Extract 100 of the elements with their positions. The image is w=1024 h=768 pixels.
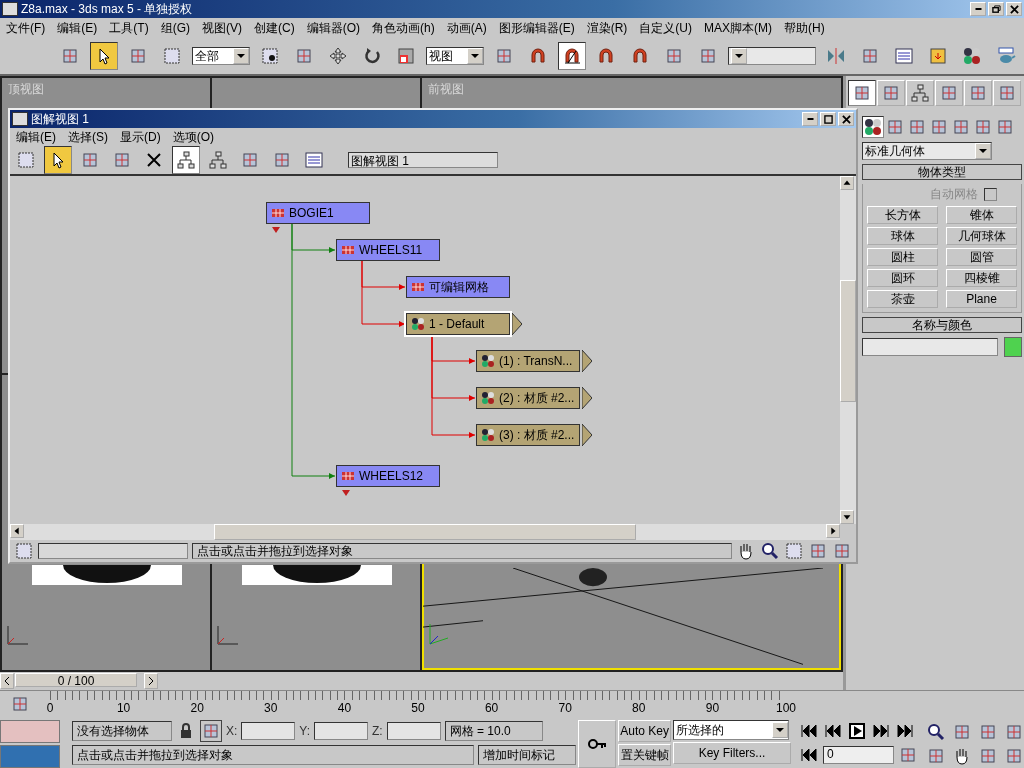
next-frame-button[interactable] xyxy=(144,673,158,689)
object-type-button[interactable]: 锥体 xyxy=(946,206,1017,224)
maximize-button[interactable] xyxy=(820,112,836,126)
object-color-swatch[interactable] xyxy=(1004,337,1022,357)
menu-item[interactable]: 显示(D) xyxy=(120,128,161,146)
object-type-button[interactable]: 几何球体 xyxy=(946,227,1017,245)
scroll-left-icon[interactable] xyxy=(10,524,24,538)
menu-item[interactable]: 工具(T) xyxy=(109,19,149,37)
y-field[interactable] xyxy=(314,722,368,740)
floater-icon[interactable] xyxy=(16,150,36,170)
rollout-header[interactable]: 名称与颜色 xyxy=(862,317,1022,333)
frame-number: 60 xyxy=(484,701,499,715)
mirror-icon[interactable] xyxy=(826,46,846,66)
node-expand-arrow-icon[interactable] xyxy=(512,313,522,335)
menu-item[interactable]: 自定义(U) xyxy=(639,19,692,37)
app-icon xyxy=(2,2,18,16)
hierarchy-tab-icon[interactable] xyxy=(910,83,930,103)
dropdown[interactable]: 视图 xyxy=(425,47,484,65)
zoom-icon[interactable] xyxy=(760,541,780,561)
menu-item[interactable]: MAX脚本(M) xyxy=(704,19,772,37)
references-icon[interactable] xyxy=(208,150,228,170)
restore-button[interactable] xyxy=(988,2,1004,16)
curve-editor-icon[interactable] xyxy=(894,46,914,66)
set-key-mode-button[interactable]: 置关键帧 xyxy=(618,744,671,766)
object-type-button[interactable]: 球体 xyxy=(867,227,938,245)
scroll-right-icon[interactable] xyxy=(826,524,840,538)
menu-item[interactable]: 视图(V) xyxy=(202,19,242,37)
x-field[interactable] xyxy=(241,722,296,740)
object-type-button[interactable]: 圆管 xyxy=(946,248,1017,266)
node-expand-arrow-icon[interactable] xyxy=(582,424,592,446)
auto-key-button[interactable]: Auto Key xyxy=(618,720,671,742)
set-key-button[interactable] xyxy=(577,720,617,768)
material-icon[interactable] xyxy=(962,46,982,66)
menu-item[interactable]: 文件(F) xyxy=(6,19,46,37)
menu-item[interactable]: 图形编辑器(E) xyxy=(498,19,575,37)
name-field[interactable] xyxy=(862,338,998,356)
menu-item[interactable]: 角色动画(h) xyxy=(372,19,435,37)
category-dropdown[interactable]: 标准几何体 xyxy=(862,142,992,160)
menu-item[interactable]: 编辑(E) xyxy=(57,19,98,37)
schematic-node[interactable]: 1 - Default xyxy=(406,313,510,335)
scroll-up-icon[interactable] xyxy=(840,176,854,190)
collapse-arrow-icon[interactable] xyxy=(342,490,350,496)
minimize-button[interactable] xyxy=(802,112,818,126)
collapse-arrow-icon[interactable] xyxy=(272,227,280,233)
node-expand-arrow-icon[interactable] xyxy=(582,350,592,372)
menu-item[interactable]: 创建(C) xyxy=(254,19,295,37)
scale-icon[interactable] xyxy=(395,46,416,66)
z-field[interactable] xyxy=(386,722,441,740)
schematic-icon[interactable] xyxy=(928,46,948,66)
move-icon[interactable] xyxy=(327,46,348,66)
hierarchy-icon[interactable] xyxy=(176,150,196,170)
window-icon[interactable] xyxy=(259,46,280,66)
schematic-node[interactable]: BOGIE1 xyxy=(266,202,370,224)
object-type-button[interactable]: 圆环 xyxy=(867,269,938,287)
previous-frame-button[interactable] xyxy=(0,673,14,689)
dropdown[interactable] xyxy=(727,47,816,65)
menu-item[interactable]: 选择(S) xyxy=(68,128,108,146)
current-frame-field[interactable]: 0 xyxy=(823,746,894,764)
menu-item[interactable]: 组(G) xyxy=(160,19,190,37)
close-button[interactable] xyxy=(1006,2,1022,16)
vertical-scrollbar[interactable] xyxy=(840,176,856,524)
view-name-field[interactable]: 图解视图 1 xyxy=(348,152,498,168)
key-mode-dropdown[interactable]: 所选择的 xyxy=(673,720,789,740)
frame-scrollbar[interactable]: 0 / 100 xyxy=(0,672,158,690)
add-time-tag[interactable]: 增加时间标记 xyxy=(477,745,576,765)
object-type-button[interactable]: 茶壶 xyxy=(867,290,938,308)
menu-item[interactable]: 帮助(H) xyxy=(784,19,825,37)
object-type-button[interactable]: 四棱锥 xyxy=(946,269,1017,287)
schematic-node[interactable]: (1) : TransN... xyxy=(476,350,580,372)
object-type-button[interactable]: 圆柱 xyxy=(867,248,938,266)
minimize-button[interactable] xyxy=(970,2,986,16)
dropdown[interactable]: 全部 xyxy=(192,47,250,65)
minimize-icon xyxy=(806,118,814,120)
play-icon[interactable] xyxy=(847,721,867,741)
key-filters-button[interactable]: Key Filters... xyxy=(673,742,791,764)
rollout-header[interactable]: 物体类型 xyxy=(862,164,1022,180)
geometry-icon[interactable] xyxy=(863,117,883,137)
menu-item[interactable]: 编辑器(O) xyxy=(306,19,360,37)
close-button[interactable] xyxy=(838,112,854,126)
schematic-node[interactable]: (3) : 材质 #2... xyxy=(476,424,580,446)
teapot-icon[interactable] xyxy=(996,46,1016,66)
horizontal-scrollbar[interactable] xyxy=(10,524,840,540)
scrollbar-thumb[interactable] xyxy=(840,280,856,402)
menu-item[interactable]: 渲染(R) xyxy=(586,19,628,37)
region-icon[interactable] xyxy=(162,46,182,66)
schematic-node[interactable]: WHEELS12 xyxy=(336,465,440,487)
menu-item[interactable]: 选项(O) xyxy=(172,128,214,146)
object-type-button[interactable]: 长方体 xyxy=(867,206,938,224)
object-type-button[interactable]: Plane xyxy=(946,290,1017,308)
schematic-node[interactable]: WHEELS11 xyxy=(336,239,440,261)
list-icon[interactable] xyxy=(304,150,324,170)
scrollbar-thumb[interactable]: 0 / 100 xyxy=(15,673,137,687)
scrollbar-thumb[interactable] xyxy=(214,524,636,540)
node-expand-arrow-icon[interactable] xyxy=(582,387,592,409)
menu-item[interactable]: 编辑(E) xyxy=(16,128,56,146)
menu-item[interactable]: 动画(A) xyxy=(446,19,487,37)
zoom-icon[interactable] xyxy=(926,722,946,742)
schematic-node[interactable]: (2) : 材质 #2... xyxy=(476,387,580,409)
scroll-down-icon[interactable] xyxy=(840,510,854,524)
schematic-node[interactable]: 可编辑网格 xyxy=(406,276,510,298)
